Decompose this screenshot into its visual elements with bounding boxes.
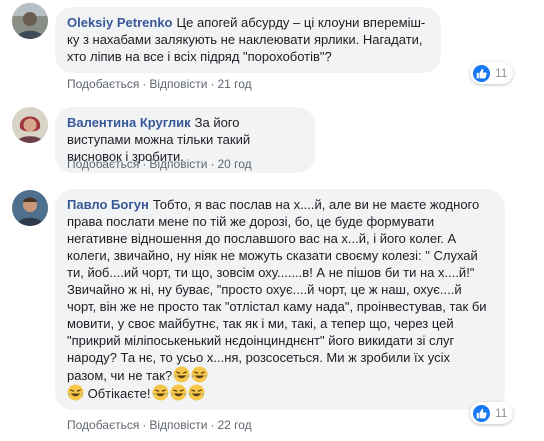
comment-bubble: Oleksiy Petrenko Це апогей абсурду – ці к…	[55, 7, 441, 73]
reaction-summary[interactable]: 11	[470, 62, 514, 84]
comment-time[interactable]: 21 год	[217, 77, 251, 91]
comment-time[interactable]: 22 год	[217, 418, 251, 432]
comment-author[interactable]: Павло Богун	[67, 197, 149, 212]
reaction-count: 11	[495, 66, 508, 80]
like-button[interactable]: Подобається	[67, 418, 139, 432]
avatar[interactable]	[12, 107, 48, 143]
comment-author[interactable]: Oleksiy Petrenko	[67, 15, 173, 30]
reply-button[interactable]: Відповісти	[149, 418, 207, 432]
like-thumb-icon	[473, 64, 490, 82]
laughing-emoji-icon	[191, 366, 208, 383]
comment-actions: Подобається · Відповісти · 22 год	[67, 418, 252, 432]
comment-actions: Подобається · Відповісти · 20 год	[67, 157, 252, 171]
like-thumb-icon	[473, 404, 490, 422]
reply-button[interactable]: Відповісти	[149, 157, 207, 171]
comment-text: Тобто, я вас послав на х....й, але ви не…	[67, 197, 487, 383]
reaction-count: 11	[495, 406, 508, 420]
laughing-emoji-icon	[169, 384, 187, 401]
comment-text-end: Обтікаєте!	[87, 386, 151, 401]
laughing-emoji-icon	[187, 384, 205, 401]
reply-button[interactable]: Відповісти	[149, 77, 207, 91]
like-button[interactable]: Подобається	[67, 77, 139, 91]
reaction-summary[interactable]: 11	[470, 402, 514, 424]
avatar[interactable]	[12, 190, 48, 226]
laughing-emoji-icon	[173, 366, 190, 383]
comment-author[interactable]: Валентина Круглик	[67, 115, 191, 130]
like-button[interactable]: Подобається	[67, 157, 139, 171]
comment-bubble: Павло Богун Тобто, я вас послав на х....й…	[55, 189, 505, 410]
laughing-emoji-icon	[67, 384, 84, 401]
avatar[interactable]	[12, 3, 48, 39]
laughing-emoji-icon	[151, 384, 169, 401]
comment-actions: Подобається · Відповісти · 21 год	[67, 77, 252, 91]
comment-time[interactable]: 20 год	[217, 157, 251, 171]
